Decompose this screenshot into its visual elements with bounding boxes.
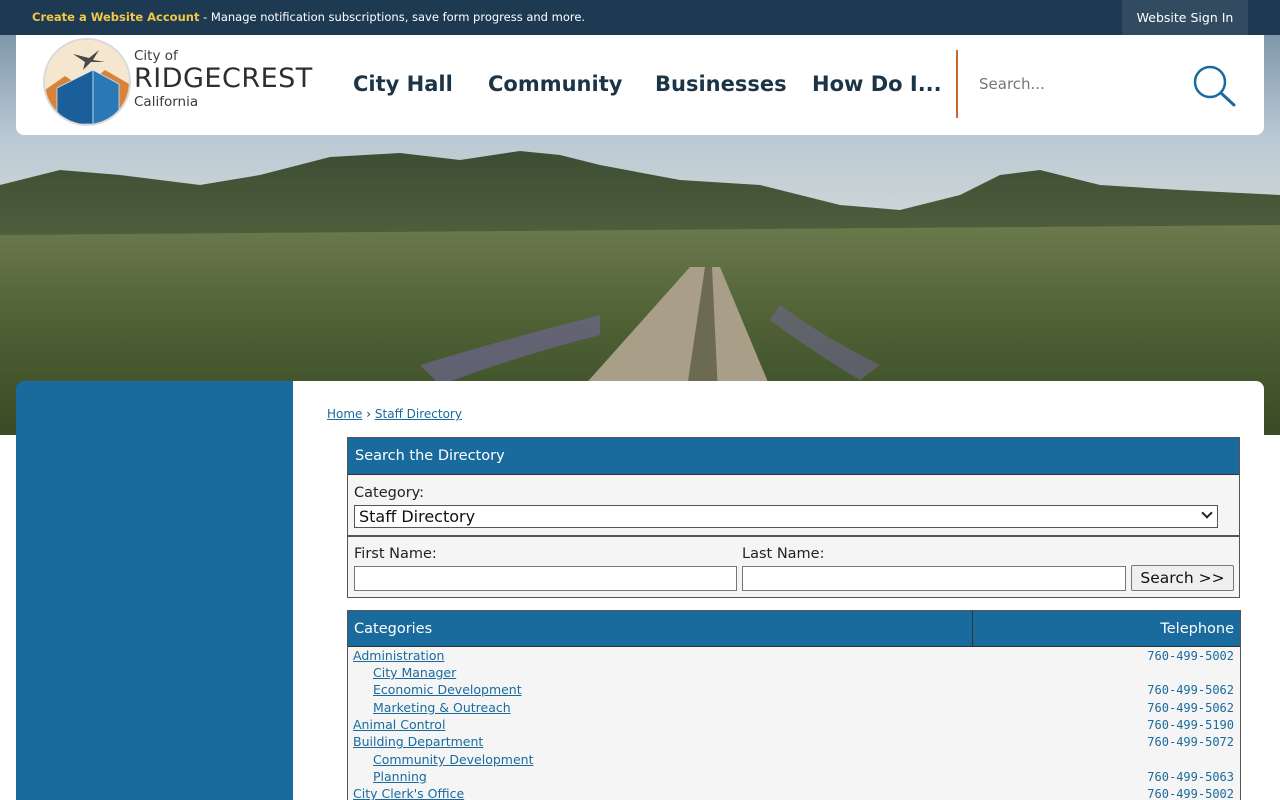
create-account-link[interactable]: Create a Website Account	[32, 10, 199, 24]
phone-number: 760-499-5072	[1147, 735, 1234, 749]
nav-divider	[956, 50, 958, 118]
category-link[interactable]: Planning	[373, 769, 427, 784]
logo-city-of: City of	[134, 48, 178, 64]
city-seal-logo[interactable]	[43, 38, 131, 126]
nav-community[interactable]: Community	[488, 72, 622, 96]
table-row: Administration 760-499-5002	[348, 648, 1240, 665]
logo-city-name: RIDGECREST	[134, 63, 313, 94]
phone-number: 760-499-5002	[1147, 649, 1234, 663]
table-row: Community Development	[348, 752, 1240, 769]
breadcrumb: Home › Staff Directory	[327, 407, 462, 421]
table-row: Building Department 760-499-5072	[348, 734, 1240, 751]
category-select[interactable]: Staff Directory	[354, 505, 1218, 528]
table-row: Planning 760-499-5063	[348, 769, 1240, 786]
categories-header: Categories	[354, 621, 433, 637]
nav-city-hall[interactable]: City Hall	[353, 72, 453, 96]
first-name-input[interactable]	[354, 566, 737, 591]
table-row: Marketing & Outreach 760-499-5062	[348, 700, 1240, 717]
panel-divider	[348, 535, 1239, 537]
category-label: Category:	[354, 485, 425, 501]
table-row: Economic Development 760-499-5062	[348, 682, 1240, 699]
nav-businesses[interactable]: Businesses	[655, 72, 787, 96]
site-logo-text[interactable]: City of RIDGECREST California	[134, 48, 313, 110]
table-row: Animal Control 760-499-5190	[348, 717, 1240, 734]
phone-number: 760-499-5002	[1147, 787, 1234, 800]
logo-state: California	[134, 94, 199, 110]
website-sign-in-button[interactable]: Website Sign In	[1122, 0, 1248, 35]
category-link[interactable]: Administration	[353, 648, 444, 663]
last-name-input[interactable]	[742, 566, 1126, 591]
telephone-header: Telephone	[1160, 621, 1234, 637]
header-column-divider	[972, 611, 973, 647]
category-link[interactable]: Building Department	[353, 734, 483, 749]
city-seal-icon	[45, 40, 129, 124]
main-content: Home › Staff Directory Search the Direct…	[293, 381, 1264, 800]
search-icon[interactable]	[1191, 63, 1237, 109]
utility-bar: Create a Website Account - Manage notifi…	[0, 0, 1280, 35]
directory-table: Categories Telephone Administration 760-…	[347, 610, 1241, 800]
phone-number: 760-499-5190	[1147, 718, 1234, 732]
directory-table-header: Categories Telephone	[348, 611, 1240, 647]
nav-how-do-i[interactable]: How Do I...	[812, 72, 942, 96]
last-name-label: Last Name:	[742, 546, 825, 562]
breadcrumb-home[interactable]: Home	[327, 407, 362, 421]
category-link[interactable]: Marketing & Outreach	[373, 700, 511, 715]
breadcrumb-separator: ›	[366, 407, 372, 421]
table-row: City Manager	[348, 665, 1240, 682]
category-link[interactable]: Economic Development	[373, 682, 522, 697]
site-header: City of RIDGECREST California City Hall …	[16, 35, 1264, 135]
chevron-down-icon	[1201, 507, 1213, 519]
table-row: City Clerk's Office 760-499-5002	[348, 786, 1240, 800]
category-link[interactable]: Animal Control	[353, 717, 445, 732]
site-search-input[interactable]	[979, 75, 1159, 93]
directory-search-panel: Search the Directory Category: Staff Dir…	[347, 437, 1240, 598]
account-message: Create a Website Account - Manage notifi…	[32, 10, 585, 24]
first-name-label: First Name:	[354, 546, 437, 562]
breadcrumb-staff-directory[interactable]: Staff Directory	[375, 407, 462, 421]
phone-number: 760-499-5062	[1147, 701, 1234, 715]
account-message-text: - Manage notification subscriptions, sav…	[199, 10, 586, 24]
category-link[interactable]: City Clerk's Office	[353, 786, 464, 800]
category-link[interactable]: Community Development	[373, 752, 533, 767]
left-sidebar	[16, 381, 293, 800]
directory-search-button[interactable]: Search >>	[1131, 565, 1234, 591]
category-link[interactable]: City Manager	[373, 665, 456, 680]
phone-number: 760-499-5062	[1147, 683, 1234, 697]
phone-number: 760-499-5063	[1147, 770, 1234, 784]
category-selected-value: Staff Directory	[359, 507, 476, 526]
directory-search-title: Search the Directory	[348, 438, 1239, 475]
